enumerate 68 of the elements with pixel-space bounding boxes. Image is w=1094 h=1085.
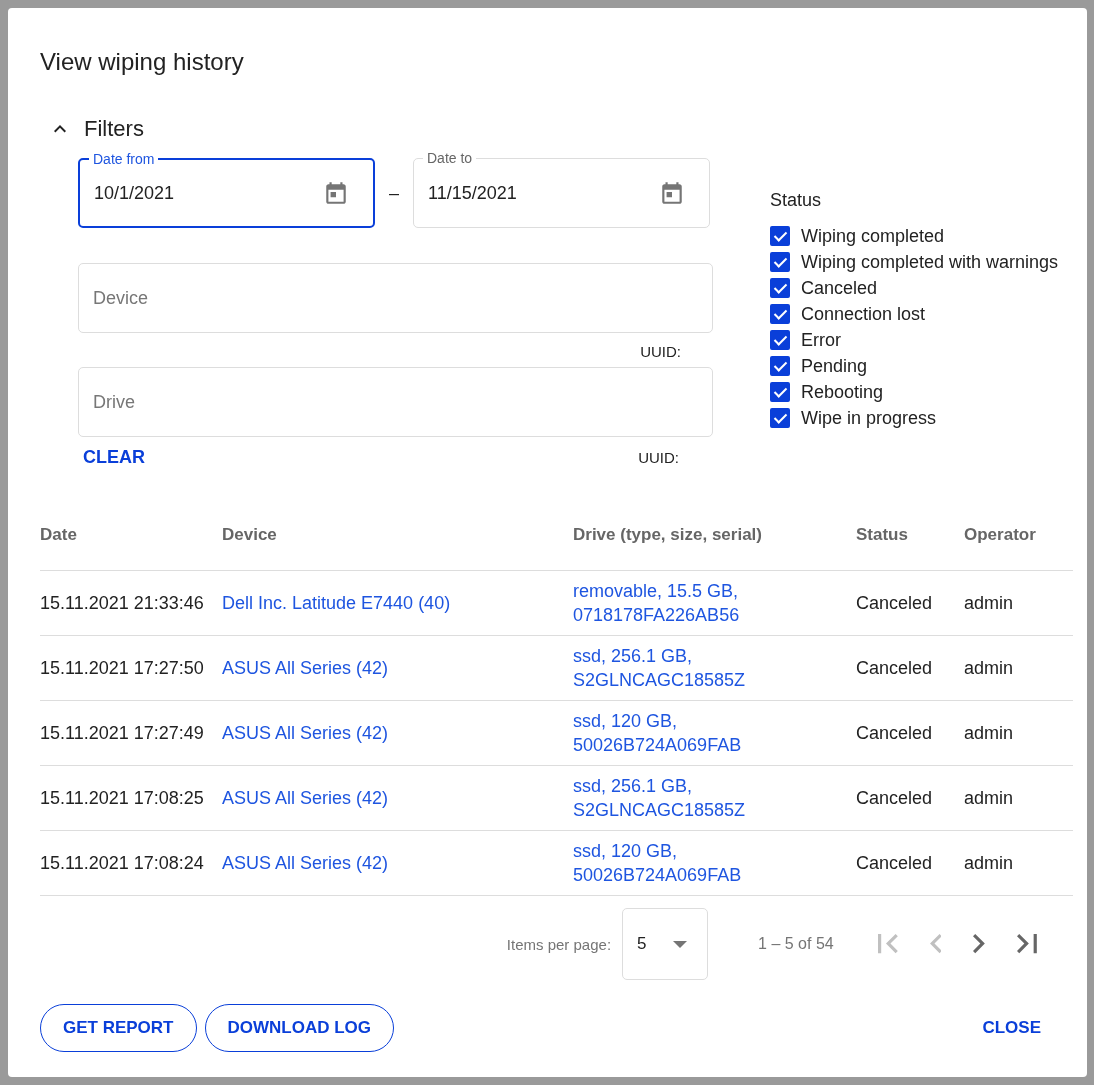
status-cell: Canceled — [856, 787, 933, 808]
chevron-left-icon — [929, 934, 942, 954]
date-cell: 15.11.2021 21:33:46 — [40, 592, 204, 613]
calendar-icon[interactable] — [323, 180, 349, 206]
operator-cell: admin — [964, 657, 1014, 678]
date-cell: 15.11.2021 17:27:50 — [40, 657, 204, 678]
filters-title: Filters — [84, 116, 144, 142]
device-link[interactable]: ASUS All Series (42) — [222, 852, 389, 873]
status-cell: Canceled — [856, 852, 933, 873]
date-separator: – — [388, 182, 400, 204]
status-cell: Canceled — [856, 722, 933, 743]
download-log-button[interactable]: DOWNLOAD LOG — [204, 1004, 395, 1052]
chevron-right-icon — [973, 934, 986, 954]
device-link[interactable]: ASUS All Series (42) — [222, 657, 389, 678]
checkbox[interactable] — [770, 408, 790, 428]
operator-cell: admin — [964, 787, 1014, 808]
column-header: Status — [856, 500, 964, 571]
status-option-label[interactable]: Canceled — [801, 277, 878, 299]
drive-link[interactable]: ssd, 120 GB, 50026B724A069FAB — [573, 709, 742, 757]
status-option-label[interactable]: Rebooting — [801, 381, 884, 403]
uuid-hint: UUID: — [640, 343, 681, 360]
device-field[interactable]: Device — [78, 263, 713, 333]
drive-link[interactable]: ssd, 256.1 GB, S2GLNCAGC18585Z — [573, 774, 746, 822]
status-option-label[interactable]: Pending — [801, 355, 868, 377]
status-cell: Canceled — [856, 592, 933, 613]
status-option-label[interactable]: Wiping completed — [801, 225, 945, 247]
column-header: Drive (type, size, serial) — [573, 500, 856, 571]
device-link[interactable]: ASUS All Series (42) — [222, 722, 389, 743]
drive-link[interactable]: ssd, 120 GB, 50026B724A069FAB — [573, 839, 742, 887]
checkbox[interactable] — [770, 226, 790, 246]
uuid-hint: UUID: — [638, 449, 679, 466]
date-cell: 15.11.2021 17:08:25 — [40, 787, 204, 808]
dropdown-caret-icon — [673, 940, 688, 948]
column-header: Device — [222, 500, 573, 571]
device-link[interactable]: Dell Inc. Latitude E7440 (40) — [222, 592, 451, 613]
first-page-icon — [877, 934, 898, 954]
operator-cell: admin — [964, 722, 1014, 743]
drive-link[interactable]: removable, 15.5 GB, 0718178FA226AB56 — [573, 579, 740, 627]
checkbox[interactable] — [770, 382, 790, 402]
status-option-label[interactable]: Connection lost — [801, 303, 926, 325]
date-cell: 15.11.2021 17:27:49 — [40, 722, 204, 743]
checkbox[interactable] — [770, 304, 790, 324]
operator-cell: admin — [964, 592, 1014, 613]
close-button[interactable]: CLOSE — [974, 1014, 1049, 1042]
status-option-label[interactable]: Wipe in progress — [801, 407, 937, 429]
clear-button[interactable]: CLEAR — [78, 445, 150, 470]
page-range: 1 – 5 of 54 — [758, 935, 834, 953]
items-per-page-label: Items per page: — [506, 935, 612, 953]
status-option-label[interactable]: Error — [801, 329, 841, 351]
column-header: Date — [40, 500, 222, 571]
calendar-icon[interactable] — [659, 180, 685, 206]
page-size-select[interactable]: 5 — [622, 908, 709, 980]
drive-field[interactable]: Drive — [78, 367, 713, 437]
checkbox[interactable] — [770, 252, 790, 272]
device-link[interactable]: ASUS All Series (42) — [222, 787, 389, 808]
dialog-title: View wiping history — [40, 48, 245, 76]
status-cell: Canceled — [856, 657, 933, 678]
drive-link[interactable]: ssd, 256.1 GB, S2GLNCAGC18585Z — [573, 644, 746, 692]
date-cell: 15.11.2021 17:08:24 — [40, 852, 204, 873]
checkbox[interactable] — [770, 356, 790, 376]
operator-cell: admin — [964, 852, 1014, 873]
get-report-button[interactable]: GET REPORT — [40, 1004, 197, 1052]
checkbox[interactable] — [770, 278, 790, 298]
column-header: Operator — [964, 500, 1073, 571]
last-page-icon — [1017, 934, 1037, 954]
status-option-label[interactable]: Wiping completed with warnings — [801, 251, 1059, 273]
status-title: Status — [770, 190, 823, 211]
checkbox[interactable] — [770, 330, 790, 350]
